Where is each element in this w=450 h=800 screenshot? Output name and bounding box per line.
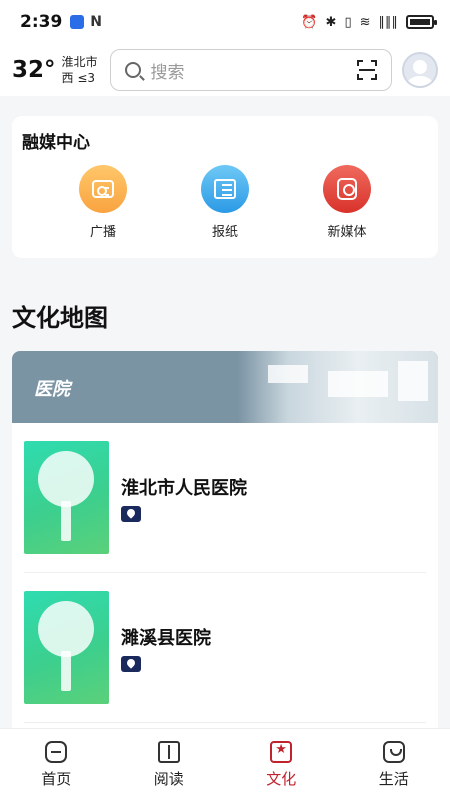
location-pin-icon: [121, 505, 141, 522]
nav-label: 首页: [41, 769, 72, 788]
home-icon: [45, 740, 68, 763]
status-time: 2:39: [20, 12, 63, 32]
tree-logo-thumbnail: [24, 591, 109, 704]
radio-icon: [79, 165, 127, 213]
nav-home[interactable]: 首页: [0, 729, 113, 800]
scan-icon[interactable]: [356, 60, 377, 80]
app-notification-icon: [70, 15, 85, 29]
new-media-icon: [323, 165, 371, 213]
search-bar[interactable]: 搜索: [109, 49, 392, 91]
alarm-icon: ⏰: [301, 14, 318, 30]
category-title: 医院: [34, 379, 70, 400]
media-item-label: 新媒体: [327, 225, 367, 240]
search-placeholder: 搜索: [150, 62, 185, 83]
weather-city: 淮北市: [61, 55, 98, 69]
media-item-label: 广播: [89, 225, 116, 240]
nfc-icon: N: [90, 14, 103, 30]
list-item[interactable]: 濉溪县医院: [24, 573, 426, 723]
place-name: 淮北市人民医院: [121, 477, 247, 499]
vibrate-icon: ▯: [344, 14, 352, 30]
culture-icon: [270, 740, 293, 763]
media-center-card: 融媒中心 广播 报纸 新媒体: [12, 116, 438, 258]
search-icon: [124, 62, 141, 78]
book-icon: [157, 740, 180, 763]
tree-logo-thumbnail: [24, 441, 109, 554]
nav-label: 阅读: [153, 769, 184, 788]
avatar[interactable]: [402, 52, 438, 88]
newspaper-icon: [201, 165, 249, 213]
bottom-nav: 首页 阅读 文化 生活: [0, 728, 450, 800]
media-item-newspaper[interactable]: 报纸: [185, 165, 265, 240]
signal-icon: ∥∥∥: [378, 14, 399, 30]
status-icons: ⏰ ✱ ▯ ≋ ∥∥∥: [301, 14, 437, 30]
status-bar: 2:39 N ⏰ ✱ ▯ ≋ ∥∥∥: [0, 0, 450, 44]
life-icon: [382, 740, 405, 763]
hospital-banner-image: [238, 351, 438, 423]
weather-wind: 西 ≤3: [61, 71, 96, 85]
bluetooth-icon: ✱: [325, 14, 337, 30]
media-item-new-media[interactable]: 新媒体: [307, 165, 387, 240]
top-header: 32° 淮北市 西 ≤3 搜索: [0, 44, 450, 96]
media-item-label: 报纸: [211, 225, 238, 240]
list-item-body: 淮北市人民医院: [121, 474, 247, 522]
location-pin-icon: [121, 655, 141, 672]
nav-label: 文化: [266, 769, 297, 788]
nav-life[interactable]: 生活: [338, 729, 450, 800]
media-center-items: 广播 报纸 新媒体: [22, 165, 428, 240]
culture-map-title: 文化地图: [12, 304, 108, 332]
weather-info[interactable]: 淮北市 西 ≤3: [62, 54, 98, 86]
list-item-body: 濉溪县医院: [121, 624, 211, 672]
nav-culture[interactable]: 文化: [225, 729, 338, 800]
category-banner[interactable]: 医院: [12, 351, 438, 423]
media-item-radio[interactable]: 广播: [63, 165, 143, 240]
list-item[interactable]: 淮北市人民医院: [24, 423, 426, 573]
wifi-icon: ≋: [359, 14, 371, 30]
nav-read[interactable]: 阅读: [113, 729, 226, 800]
battery-icon: [406, 15, 437, 29]
place-list: 淮北市人民医院 濉溪县医院: [12, 423, 438, 728]
nav-label: 生活: [378, 769, 409, 788]
media-center-title: 融媒中心: [22, 133, 90, 153]
place-name: 濉溪县医院: [121, 627, 211, 649]
weather-temperature[interactable]: 32°: [12, 57, 56, 83]
